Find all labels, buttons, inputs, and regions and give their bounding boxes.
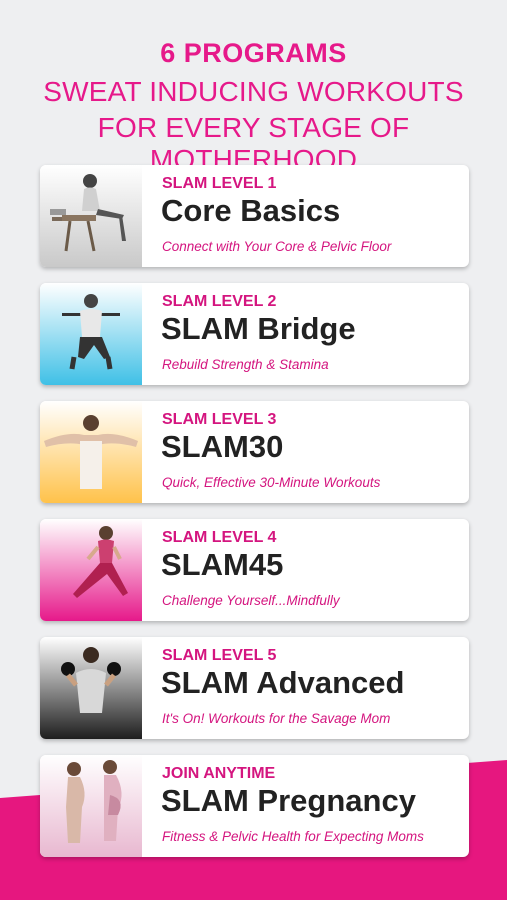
program-title: SLAM Bridge xyxy=(161,311,356,346)
program-card-level-5[interactable]: SLAM LEVEL 5 SLAM Advanced It's On! Work… xyxy=(40,637,469,739)
program-level-label: SLAM LEVEL 1 xyxy=(162,175,277,192)
program-card-level-1[interactable]: SLAM LEVEL 1 Core Basics Connect with Yo… xyxy=(40,165,469,267)
program-level-label: SLAM LEVEL 2 xyxy=(162,293,277,310)
subheading-line-1: SWEAT INDUCING WORKOUTS xyxy=(43,76,464,107)
program-title: SLAM Advanced xyxy=(161,665,405,700)
program-level-label: SLAM LEVEL 3 xyxy=(162,411,277,428)
program-tagline: Rebuild Strength & Stamina xyxy=(162,357,329,372)
program-title: SLAM Pregnancy xyxy=(161,783,416,818)
program-card-pregnancy[interactable]: JOIN ANYTIME SLAM Pregnancy Fitness & Pe… xyxy=(40,755,469,857)
program-level-label: JOIN ANYTIME xyxy=(162,765,276,782)
program-level-label: SLAM LEVEL 5 xyxy=(162,647,277,664)
program-title: Core Basics xyxy=(161,193,341,228)
program-card-level-4[interactable]: SLAM LEVEL 4 SLAM45 Challenge Yourself..… xyxy=(40,519,469,621)
woman-squat-barbell-icon xyxy=(40,283,142,385)
woman-dumbbell-press-icon xyxy=(40,637,142,739)
program-level-label: SLAM LEVEL 4 xyxy=(162,529,277,546)
woman-seated-chair-icon xyxy=(40,165,142,267)
program-thumbnail xyxy=(40,401,142,503)
program-thumbnail xyxy=(40,637,142,739)
woman-side-lunge-icon xyxy=(40,519,142,621)
program-thumbnail xyxy=(40,165,142,267)
program-thumbnail xyxy=(40,519,142,621)
woman-arm-raise-icon xyxy=(40,401,142,503)
programs-count-heading: 6 PROGRAMS xyxy=(160,38,347,68)
program-tagline: It's On! Workouts for the Savage Mom xyxy=(162,711,391,726)
program-tagline: Connect with Your Core & Pelvic Floor xyxy=(162,239,392,254)
program-thumbnail xyxy=(40,755,142,857)
program-thumbnail xyxy=(40,283,142,385)
program-tagline: Quick, Effective 30-Minute Workouts xyxy=(162,475,381,490)
program-title: SLAM30 xyxy=(161,429,284,464)
program-tagline: Challenge Yourself...Mindfully xyxy=(162,593,340,608)
program-card-level-3[interactable]: SLAM LEVEL 3 SLAM30 Quick, Effective 30-… xyxy=(40,401,469,503)
pregnant-women-icon xyxy=(40,755,142,857)
program-card-level-2[interactable]: SLAM LEVEL 2 SLAM Bridge Rebuild Strengt… xyxy=(40,283,469,385)
program-title: SLAM45 xyxy=(161,547,284,582)
program-tagline: Fitness & Pelvic Health for Expecting Mo… xyxy=(162,829,424,844)
